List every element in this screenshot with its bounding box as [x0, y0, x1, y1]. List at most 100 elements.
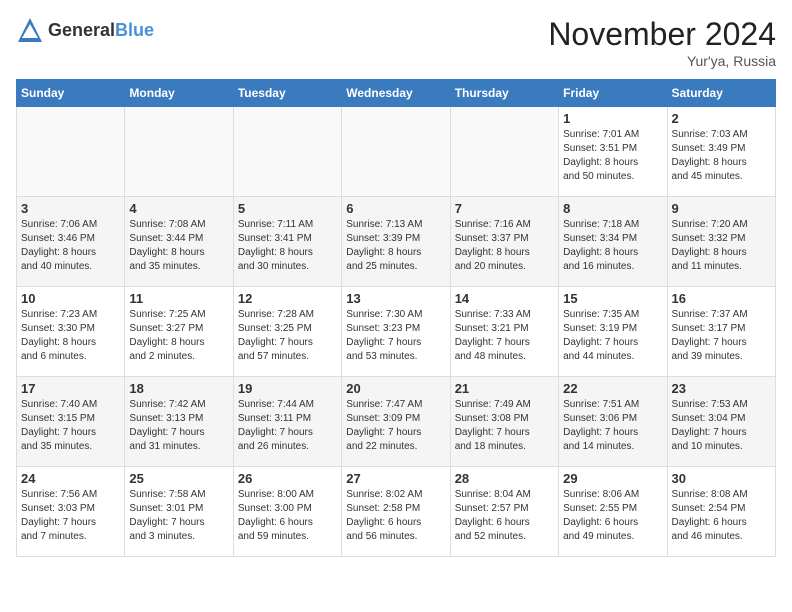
- calendar-cell: 6Sunrise: 7:13 AMSunset: 3:39 PMDaylight…: [342, 197, 450, 287]
- day-info: and 53 minutes.: [346, 350, 445, 364]
- calendar-cell: 7Sunrise: 7:16 AMSunset: 3:37 PMDaylight…: [450, 197, 558, 287]
- day-number: 1: [563, 111, 662, 126]
- day-info: Sunrise: 7:53 AM: [672, 398, 771, 412]
- calendar-cell: 16Sunrise: 7:37 AMSunset: 3:17 PMDayligh…: [667, 287, 775, 377]
- calendar-cell: 23Sunrise: 7:53 AMSunset: 3:04 PMDayligh…: [667, 377, 775, 467]
- day-info: and 2 minutes.: [129, 350, 228, 364]
- day-info: and 11 minutes.: [672, 260, 771, 274]
- day-info: Daylight: 7 hours: [346, 426, 445, 440]
- calendar-week-row: 10Sunrise: 7:23 AMSunset: 3:30 PMDayligh…: [17, 287, 776, 377]
- day-info: Sunset: 3:01 PM: [129, 502, 228, 516]
- day-info: and 57 minutes.: [238, 350, 337, 364]
- calendar-cell: [17, 107, 125, 197]
- day-info: and 20 minutes.: [455, 260, 554, 274]
- calendar-cell: 5Sunrise: 7:11 AMSunset: 3:41 PMDaylight…: [233, 197, 341, 287]
- day-info: Daylight: 8 hours: [129, 336, 228, 350]
- day-info: Sunset: 2:58 PM: [346, 502, 445, 516]
- day-info: and 49 minutes.: [563, 530, 662, 544]
- calendar-week-row: 24Sunrise: 7:56 AMSunset: 3:03 PMDayligh…: [17, 467, 776, 557]
- day-number: 21: [455, 381, 554, 396]
- day-info: Sunrise: 8:04 AM: [455, 488, 554, 502]
- day-info: and 35 minutes.: [129, 260, 228, 274]
- calendar-cell: [342, 107, 450, 197]
- day-info: and 52 minutes.: [455, 530, 554, 544]
- calendar-cell: 13Sunrise: 7:30 AMSunset: 3:23 PMDayligh…: [342, 287, 450, 377]
- day-number: 20: [346, 381, 445, 396]
- day-info: Sunrise: 7:08 AM: [129, 218, 228, 232]
- day-info: and 25 minutes.: [346, 260, 445, 274]
- day-info: Sunrise: 7:42 AM: [129, 398, 228, 412]
- calendar-cell: 30Sunrise: 8:08 AMSunset: 2:54 PMDayligh…: [667, 467, 775, 557]
- day-info: and 7 minutes.: [21, 530, 120, 544]
- day-info: Sunset: 3:19 PM: [563, 322, 662, 336]
- day-info: Sunrise: 7:23 AM: [21, 308, 120, 322]
- location: Yur'ya, Russia: [548, 53, 776, 69]
- day-number: 12: [238, 291, 337, 306]
- logo-blue: Blue: [115, 20, 154, 40]
- calendar-cell: 19Sunrise: 7:44 AMSunset: 3:11 PMDayligh…: [233, 377, 341, 467]
- day-info: Sunset: 3:51 PM: [563, 142, 662, 156]
- day-info: Sunset: 3:15 PM: [21, 412, 120, 426]
- day-info: Sunset: 3:25 PM: [238, 322, 337, 336]
- day-info: Sunset: 3:03 PM: [21, 502, 120, 516]
- calendar-cell: 21Sunrise: 7:49 AMSunset: 3:08 PMDayligh…: [450, 377, 558, 467]
- calendar-cell: 2Sunrise: 7:03 AMSunset: 3:49 PMDaylight…: [667, 107, 775, 197]
- day-info: Sunset: 3:00 PM: [238, 502, 337, 516]
- day-number: 22: [563, 381, 662, 396]
- calendar-cell: 18Sunrise: 7:42 AMSunset: 3:13 PMDayligh…: [125, 377, 233, 467]
- day-info: Sunrise: 7:25 AM: [129, 308, 228, 322]
- logo-text: GeneralBlue: [48, 20, 154, 41]
- day-info: and 48 minutes.: [455, 350, 554, 364]
- month-title: November 2024: [548, 16, 776, 53]
- day-info: Sunrise: 7:40 AM: [21, 398, 120, 412]
- day-info: Daylight: 8 hours: [346, 246, 445, 260]
- day-number: 27: [346, 471, 445, 486]
- day-info: Daylight: 7 hours: [563, 426, 662, 440]
- day-info: and 35 minutes.: [21, 440, 120, 454]
- day-number: 7: [455, 201, 554, 216]
- day-number: 9: [672, 201, 771, 216]
- day-info: and 10 minutes.: [672, 440, 771, 454]
- day-number: 25: [129, 471, 228, 486]
- day-info: Sunset: 3:17 PM: [672, 322, 771, 336]
- day-info: Daylight: 6 hours: [455, 516, 554, 530]
- day-number: 11: [129, 291, 228, 306]
- day-number: 16: [672, 291, 771, 306]
- day-info: and 44 minutes.: [563, 350, 662, 364]
- calendar-cell: 15Sunrise: 7:35 AMSunset: 3:19 PMDayligh…: [559, 287, 667, 377]
- day-info: Daylight: 8 hours: [672, 156, 771, 170]
- calendar-cell: [450, 107, 558, 197]
- day-of-week-header: Monday: [125, 80, 233, 107]
- calendar-cell: 20Sunrise: 7:47 AMSunset: 3:09 PMDayligh…: [342, 377, 450, 467]
- day-info: Sunrise: 7:37 AM: [672, 308, 771, 322]
- day-info: Sunrise: 8:08 AM: [672, 488, 771, 502]
- day-info: Sunset: 3:49 PM: [672, 142, 771, 156]
- day-info: Sunset: 3:21 PM: [455, 322, 554, 336]
- calendar-cell: 26Sunrise: 8:00 AMSunset: 3:00 PMDayligh…: [233, 467, 341, 557]
- day-info: and 16 minutes.: [563, 260, 662, 274]
- day-info: Daylight: 8 hours: [563, 246, 662, 260]
- day-info: Sunrise: 7:49 AM: [455, 398, 554, 412]
- day-info: and 40 minutes.: [21, 260, 120, 274]
- day-info: Sunrise: 7:03 AM: [672, 128, 771, 142]
- calendar-cell: 9Sunrise: 7:20 AMSunset: 3:32 PMDaylight…: [667, 197, 775, 287]
- day-info: Sunrise: 7:28 AM: [238, 308, 337, 322]
- day-number: 10: [21, 291, 120, 306]
- day-number: 30: [672, 471, 771, 486]
- day-info: Daylight: 6 hours: [238, 516, 337, 530]
- calendar-cell: 4Sunrise: 7:08 AMSunset: 3:44 PMDaylight…: [125, 197, 233, 287]
- calendar-cell: [125, 107, 233, 197]
- day-info: Sunrise: 7:11 AM: [238, 218, 337, 232]
- day-info: Sunrise: 7:56 AM: [21, 488, 120, 502]
- day-number: 13: [346, 291, 445, 306]
- day-info: Sunset: 3:04 PM: [672, 412, 771, 426]
- day-info: and 22 minutes.: [346, 440, 445, 454]
- day-info: Sunset: 2:55 PM: [563, 502, 662, 516]
- calendar-cell: 3Sunrise: 7:06 AMSunset: 3:46 PMDaylight…: [17, 197, 125, 287]
- day-info: Daylight: 7 hours: [129, 516, 228, 530]
- day-info: Daylight: 6 hours: [346, 516, 445, 530]
- day-info: Sunrise: 7:06 AM: [21, 218, 120, 232]
- calendar-cell: 17Sunrise: 7:40 AMSunset: 3:15 PMDayligh…: [17, 377, 125, 467]
- day-info: Sunrise: 7:47 AM: [346, 398, 445, 412]
- day-number: 29: [563, 471, 662, 486]
